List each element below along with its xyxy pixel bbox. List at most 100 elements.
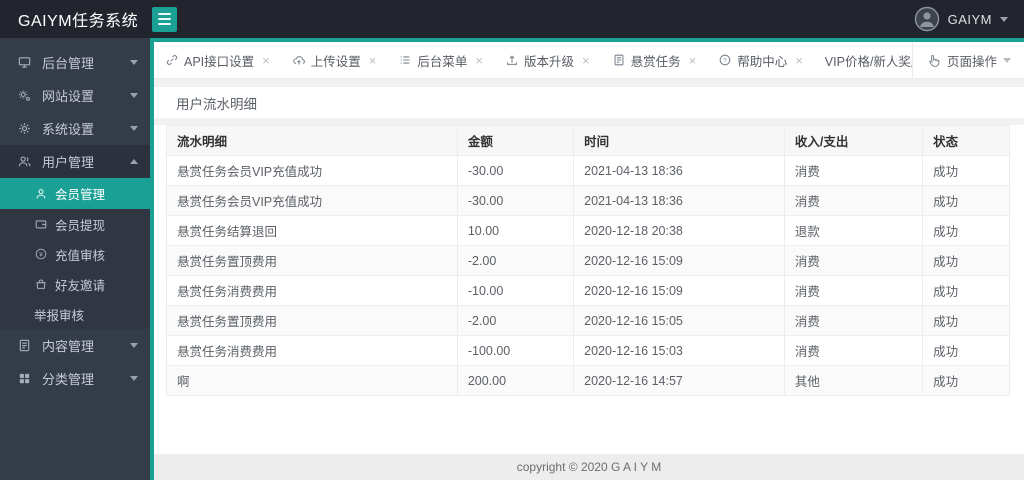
cell: 成功 xyxy=(922,365,1010,396)
sidebar-item-website-settings[interactable]: 网站设置 xyxy=(0,79,150,112)
cell: 悬赏任务置顶费用 xyxy=(166,305,458,336)
cloud-upload-icon xyxy=(292,53,306,67)
chevron-up-icon xyxy=(130,159,138,164)
footer: copyright © 2020 G A I Y M xyxy=(154,454,1024,480)
users-icon xyxy=(17,154,33,170)
tab-bar: API接口设置 × 上传设置 × 后台菜单 × 版本升级 × 悬赏任务 × ? … xyxy=(154,42,1024,79)
cell: 2020-12-16 15:09 xyxy=(573,275,785,306)
tab-version-upgrade[interactable]: 版本升级 × xyxy=(494,42,601,78)
sidebar-item-content-management[interactable]: 内容管理 xyxy=(0,329,150,362)
sidebar-item-label: 分类管理 xyxy=(42,372,95,387)
avatar xyxy=(914,6,940,32)
cell: 悬赏任务会员VIP充值成功 xyxy=(166,155,458,186)
sidebar-item-member-management[interactable]: 会员管理 xyxy=(0,178,150,209)
cell: 2021-04-13 18:36 xyxy=(573,155,785,186)
transactions-table-wrap: 流水明细 金额 时间 收入/支出 状态 悬赏任务会员VIP充值成功 -30.00 2… xyxy=(166,125,1010,396)
cell: 悬赏任务结算退回 xyxy=(166,215,458,246)
sidebar-item-label: 内容管理 xyxy=(42,339,95,354)
sidebar-item-recharge-review[interactable]: ¥ 充值审核 xyxy=(0,239,150,269)
sidebar-item-label: 网站设置 xyxy=(42,89,95,104)
upgrade-icon xyxy=(505,53,519,67)
sidebar-item-system-settings[interactable]: 系统设置 xyxy=(0,112,150,145)
chevron-down-icon xyxy=(1000,16,1008,22)
cell: 悬赏任务置顶费用 xyxy=(166,245,458,276)
tab-vip-price-settings[interactable]: VIP价格/新人奖励/红包设置 × xyxy=(814,42,912,78)
tab-api-settings[interactable]: API接口设置 × xyxy=(154,42,281,78)
tab-help-center[interactable]: ? 帮助中心 × xyxy=(707,42,814,78)
sidebar-item-category-management[interactable]: 分类管理 xyxy=(0,362,150,395)
sidebar-item-label: 好友邀请 xyxy=(55,278,106,293)
page-operations-dropdown[interactable]: 页面操作 xyxy=(911,42,1024,78)
column-header-detail: 流水明细 xyxy=(166,125,458,156)
close-icon[interactable]: × xyxy=(689,54,697,67)
sidebar-item-friend-invite[interactable]: 好友邀请 xyxy=(0,269,150,299)
cell: 2020-12-16 15:03 xyxy=(573,335,785,366)
column-header-time: 时间 xyxy=(573,125,785,156)
sidebar-item-label: 后台管理 xyxy=(42,56,95,71)
bag-icon xyxy=(34,276,48,292)
divider xyxy=(154,79,1024,87)
chevron-down-icon xyxy=(130,126,138,131)
cell: 成功 xyxy=(922,245,1010,276)
close-icon[interactable]: × xyxy=(369,54,377,67)
tab-label: 上传设置 xyxy=(310,54,361,69)
hamburger-menu-button[interactable] xyxy=(152,6,177,32)
sidebar-item-label: 举报审核 xyxy=(34,308,85,323)
cell: 2021-04-13 18:36 xyxy=(573,185,785,216)
sidebar: 后台管理 网站设置 系统设置 用户管理 会员管理 会员提现 ¥ 充值审核 好友邀… xyxy=(0,38,154,480)
sidebar-item-label: 会员提现 xyxy=(55,218,106,233)
hand-pointer-icon xyxy=(926,53,941,68)
content-spacer xyxy=(154,396,1024,454)
cell: 成功 xyxy=(922,215,1010,246)
cell: 悬赏任务消费费用 xyxy=(166,335,458,366)
tab-upload-settings[interactable]: 上传设置 × xyxy=(281,42,388,78)
column-header-status: 状态 xyxy=(922,125,1010,156)
chevron-down-icon xyxy=(130,343,138,348)
sidebar-item-backend[interactable]: 后台管理 xyxy=(0,46,150,79)
sidebar-item-user-management[interactable]: 用户管理 xyxy=(0,145,150,178)
close-icon[interactable]: × xyxy=(582,54,590,67)
table-row: 悬赏任务置顶费用 -2.00 2020-12-16 15:05 消费 成功 xyxy=(166,305,1010,336)
table-row: 悬赏任务会员VIP充值成功 -30.00 2021-04-13 18:36 消费 成功 xyxy=(166,155,1010,186)
cell: -10.00 xyxy=(456,275,575,306)
cell: 退款 xyxy=(783,215,924,246)
user-name: GAIYM xyxy=(947,11,992,27)
cell: 10.00 xyxy=(456,215,575,246)
tab-label: 帮助中心 xyxy=(737,54,788,69)
cell: 2020-12-16 15:05 xyxy=(573,305,785,336)
tab-reward-tasks[interactable]: 悬赏任务 × xyxy=(601,42,708,78)
tab-backend-menu[interactable]: 后台菜单 × xyxy=(387,42,494,78)
tab-label: API接口设置 xyxy=(184,54,255,69)
cell: 成功 xyxy=(922,335,1010,366)
page-operations-label: 页面操作 xyxy=(946,54,997,69)
avatar-icon xyxy=(914,6,939,32)
gear-icon xyxy=(17,121,33,137)
cell: 消费 xyxy=(783,335,924,366)
list-icon xyxy=(398,53,412,67)
svg-text:¥: ¥ xyxy=(39,251,43,258)
table-row: 悬赏任务消费费用 -10.00 2020-12-16 15:09 消费 成功 xyxy=(166,275,1010,306)
cell: 悬赏任务会员VIP充值成功 xyxy=(166,185,458,216)
close-icon[interactable]: × xyxy=(795,54,803,67)
sidebar-item-label: 会员管理 xyxy=(55,188,106,202)
app-window: GAIYM任务系统 GAIYM 后台管理 网站设置 系统设置 用户管理 会员管理… xyxy=(0,0,1024,480)
tab-label: 版本升级 xyxy=(523,54,574,69)
cell: 悬赏任务消费费用 xyxy=(166,275,458,306)
table-row: 悬赏任务会员VIP充值成功 -30.00 2021-04-13 18:36 消费 成功 xyxy=(166,185,1010,216)
sidebar-item-report-review[interactable]: 举报审核 xyxy=(0,299,150,329)
close-icon[interactable]: × xyxy=(262,54,270,67)
tabs-scroll-area: API接口设置 × 上传设置 × 后台菜单 × 版本升级 × 悬赏任务 × ? … xyxy=(154,42,912,78)
chevron-down-icon xyxy=(130,60,138,65)
document-icon xyxy=(612,53,626,67)
chevron-down-icon xyxy=(1003,57,1011,63)
table-row: 悬赏任务置顶费用 -2.00 2020-12-16 15:09 消费 成功 xyxy=(166,245,1010,276)
close-icon[interactable]: × xyxy=(475,54,483,67)
main-content: API接口设置 × 上传设置 × 后台菜单 × 版本升级 × 悬赏任务 × ? … xyxy=(154,38,1024,480)
cell: 2020-12-16 15:09 xyxy=(573,245,785,276)
cell: 消费 xyxy=(783,305,924,336)
chevron-down-icon xyxy=(130,376,138,381)
user-menu[interactable]: GAIYM xyxy=(914,6,1024,32)
sidebar-item-member-withdrawal[interactable]: 会员提现 xyxy=(0,209,150,239)
top-header: GAIYM任务系统 GAIYM xyxy=(0,0,1024,38)
cell: 消费 xyxy=(783,275,924,306)
